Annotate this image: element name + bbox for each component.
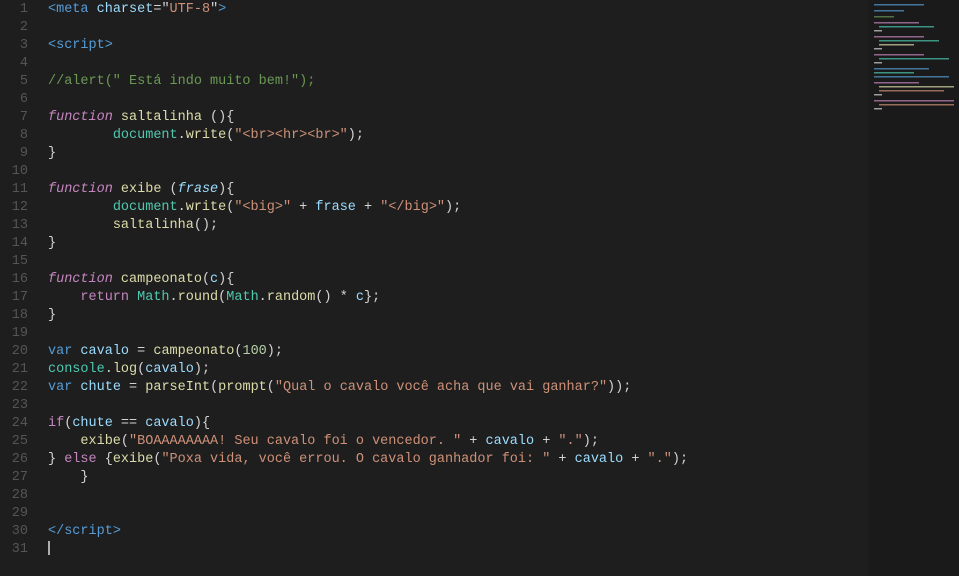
line-content: exibe("BOAAAAAAAA! Seu cavalo foi o venc… — [40, 434, 869, 449]
code-line: 20var cavalo = campeonato(100); — [0, 342, 869, 360]
line-number: 15 — [0, 254, 40, 269]
line-number: 22 — [0, 380, 40, 395]
line-content: } — [40, 236, 869, 251]
code-line: 1<meta charset="UTF-8"> — [0, 0, 869, 18]
code-line: 28 — [0, 486, 869, 504]
code-line: 7function saltalinha (){ — [0, 108, 869, 126]
line-number: 28 — [0, 488, 40, 503]
code-line: 3<script> — [0, 36, 869, 54]
line-content: } — [40, 308, 869, 323]
line-content: if(chute == cavalo){ — [40, 416, 869, 431]
line-number: 4 — [0, 56, 40, 71]
code-line: 22var chute = parseInt(prompt("Qual o ca… — [0, 378, 869, 396]
code-lines: 1<meta charset="UTF-8">23<script>45//ale… — [0, 0, 869, 576]
line-content: <script> — [40, 38, 869, 53]
line-number: 17 — [0, 290, 40, 305]
line-number: 3 — [0, 38, 40, 53]
line-number: 10 — [0, 164, 40, 179]
code-line: 6 — [0, 90, 869, 108]
line-number: 19 — [0, 326, 40, 341]
line-content: console.log(cavalo); — [40, 362, 869, 377]
code-line: 23 — [0, 396, 869, 414]
line-number: 27 — [0, 470, 40, 485]
line-content: </script> — [40, 524, 869, 539]
code-editor[interactable]: 1<meta charset="UTF-8">23<script>45//ale… — [0, 0, 869, 576]
line-number: 18 — [0, 308, 40, 323]
code-line: 24if(chute == cavalo){ — [0, 414, 869, 432]
code-line: 16function campeonato(c){ — [0, 270, 869, 288]
line-content: } — [40, 146, 869, 161]
code-line: 31 — [0, 540, 869, 558]
line-number: 11 — [0, 182, 40, 197]
code-line: 8 document.write("<br><hr><br>"); — [0, 126, 869, 144]
code-line: 25 exibe("BOAAAAAAAA! Seu cavalo foi o v… — [0, 432, 869, 450]
line-content — [40, 541, 869, 557]
line-number: 13 — [0, 218, 40, 233]
line-number: 8 — [0, 128, 40, 143]
line-content: } else {exibe("Poxa vida, você errou. O … — [40, 452, 869, 467]
line-number: 26 — [0, 452, 40, 467]
line-content: var chute = parseInt(prompt("Qual o cava… — [40, 380, 869, 395]
code-line: 4 — [0, 54, 869, 72]
line-number: 31 — [0, 542, 40, 557]
code-line: 15 — [0, 252, 869, 270]
line-number: 23 — [0, 398, 40, 413]
line-content: //alert(" Está indo muito bem!"); — [40, 74, 869, 89]
line-number: 5 — [0, 74, 40, 89]
line-number: 7 — [0, 110, 40, 125]
code-line: 21console.log(cavalo); — [0, 360, 869, 378]
line-content: return Math.round(Math.random() * c}; — [40, 290, 869, 305]
line-number: 21 — [0, 362, 40, 377]
code-line: 2 — [0, 18, 869, 36]
code-line: 29 — [0, 504, 869, 522]
code-line: 10 — [0, 162, 869, 180]
line-number: 2 — [0, 20, 40, 35]
code-line: 19 — [0, 324, 869, 342]
code-line: 17 return Math.round(Math.random() * c}; — [0, 288, 869, 306]
line-content: document.write("<br><hr><br>"); — [40, 128, 869, 143]
line-content: saltalinha(); — [40, 218, 869, 233]
line-number: 25 — [0, 434, 40, 449]
code-line: 26} else {exibe("Poxa vida, você errou. … — [0, 450, 869, 468]
line-content: function exibe (frase){ — [40, 182, 869, 197]
code-line: 27 } — [0, 468, 869, 486]
text-cursor — [48, 541, 50, 555]
line-content: document.write("<big>" + frase + "</big>… — [40, 200, 869, 215]
line-number: 30 — [0, 524, 40, 539]
code-line: 5//alert(" Está indo muito bem!"); — [0, 72, 869, 90]
code-line: 30</script> — [0, 522, 869, 540]
line-number: 6 — [0, 92, 40, 107]
code-line: 9} — [0, 144, 869, 162]
line-content: function campeonato(c){ — [40, 272, 869, 287]
code-line: 12 document.write("<big>" + frase + "</b… — [0, 198, 869, 216]
line-number: 12 — [0, 200, 40, 215]
code-line: 11function exibe (frase){ — [0, 180, 869, 198]
minimap — [869, 0, 959, 576]
line-number: 16 — [0, 272, 40, 287]
line-content: } — [40, 470, 869, 485]
line-number: 14 — [0, 236, 40, 251]
line-content: var cavalo = campeonato(100); — [40, 344, 869, 359]
line-number: 1 — [0, 2, 40, 17]
code-line: 14} — [0, 234, 869, 252]
code-line: 18} — [0, 306, 869, 324]
line-content: function saltalinha (){ — [40, 110, 869, 125]
line-number: 9 — [0, 146, 40, 161]
code-line: 13 saltalinha(); — [0, 216, 869, 234]
line-number: 20 — [0, 344, 40, 359]
line-number: 24 — [0, 416, 40, 431]
line-content: <meta charset="UTF-8"> — [40, 2, 869, 17]
line-number: 29 — [0, 506, 40, 521]
